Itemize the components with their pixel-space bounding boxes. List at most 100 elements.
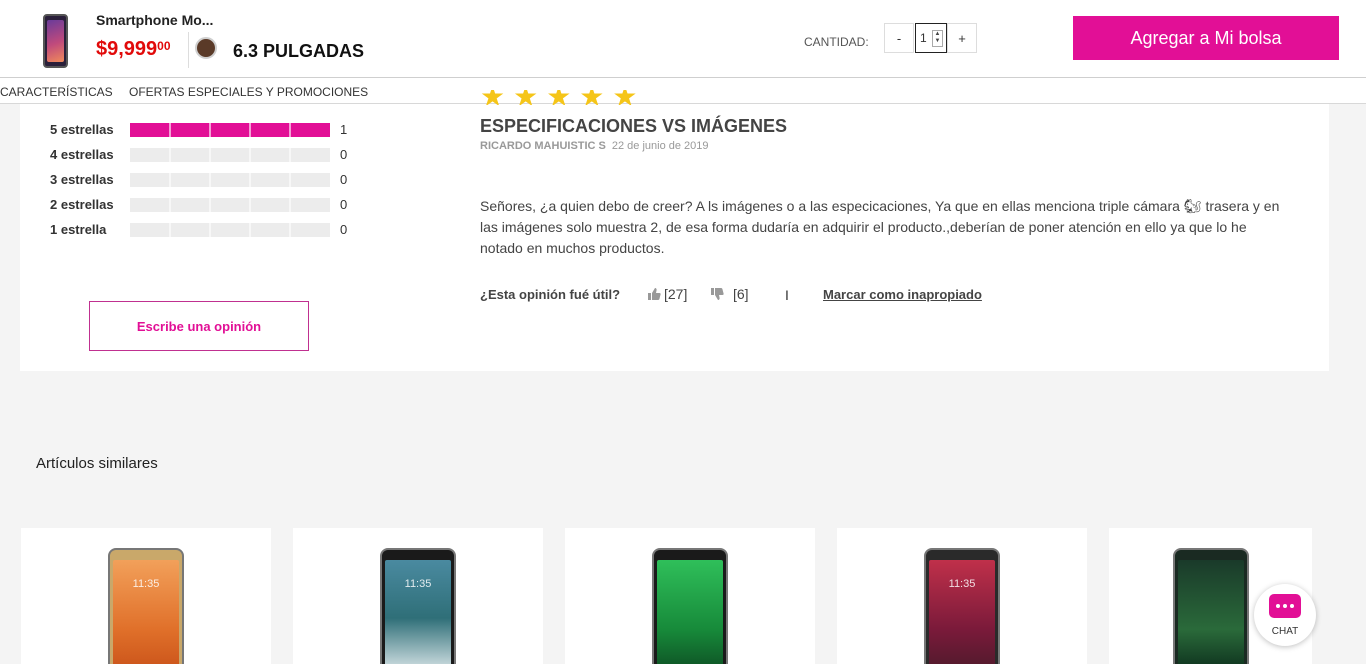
rating-count: 1: [340, 122, 348, 137]
rating-bar-segment: [169, 173, 171, 187]
phone-screen: [385, 560, 451, 664]
phone-screen: [657, 560, 723, 664]
color-swatch[interactable]: [195, 37, 217, 59]
rating-row-2[interactable]: 2 estrellas 0: [50, 197, 370, 213]
review-meta: RICARDO MAHUISTIC S 22 de junio de 2019: [480, 140, 709, 152]
spin-up-icon[interactable]: ▲: [933, 31, 942, 38]
phone-green-icon: [1172, 548, 1249, 664]
rating-label: 4 estrellas: [50, 147, 114, 162]
rating-bar-segment: [289, 123, 291, 137]
rating-count: 0: [340, 197, 348, 212]
spin-down-icon[interactable]: ▼: [933, 38, 942, 45]
rating-label: 3 estrellas: [50, 172, 114, 187]
rating-bar-segment: [209, 173, 211, 187]
review-date: 22 de junio de 2019: [611, 140, 709, 152]
rating-bar-segment: [289, 198, 291, 212]
review-author: RICARDO MAHUISTIC S: [480, 140, 606, 152]
quantity-spinner[interactable]: ▲ ▼: [932, 30, 943, 47]
tab-special-offers[interactable]: OFERTAS ESPECIALES Y PROMOCIONES: [129, 85, 368, 99]
like-count: [27]: [664, 286, 688, 302]
rating-row-4[interactable]: 4 estrellas 0: [50, 147, 370, 163]
rating-bar: [130, 148, 330, 162]
rating-count: 0: [340, 172, 348, 187]
price-cents: 00: [157, 39, 171, 53]
phone-screen: [929, 560, 995, 664]
review-title: ESPECIFICACIONES VS IMÁGENES: [480, 116, 788, 136]
screen-size: 6.3 PULGADAS: [233, 41, 365, 61]
write-review-button[interactable]: Escribe una opinión: [89, 301, 309, 351]
add-to-bag-button[interactable]: Agregar a Mi bolsa: [1073, 16, 1339, 60]
similar-product-card[interactable]: 11:35: [293, 528, 543, 664]
rating-bar-segment: [169, 198, 171, 212]
report-link[interactable]: Marcar como inapropiado: [823, 287, 982, 302]
review-body: Señores, ¿a quien debo de creer? A ls im…: [480, 198, 1280, 256]
similar-product-card[interactable]: 11:35: [837, 528, 1087, 664]
product-name[interactable]: Smartphone Mo...: [96, 12, 213, 28]
rating-bar-segment: [209, 223, 211, 237]
chat-label: CHAT: [1271, 626, 1299, 637]
star-icons: ★★★★★: [480, 90, 646, 105]
quantity-value: 1: [920, 31, 927, 45]
rating-count: 0: [340, 147, 348, 162]
rating-bar-segment: [289, 173, 291, 187]
review-stars: ★★★★★: [480, 90, 660, 105]
rating-bar: [130, 123, 330, 137]
phone-red-icon: 11:35: [924, 548, 1000, 664]
rating-row-5[interactable]: 5 estrellas 1: [50, 122, 370, 138]
rating-bar-segment: [249, 123, 251, 137]
phone-clock: 11:35: [404, 578, 432, 590]
rating-bar-segment: [209, 123, 211, 137]
phone-screen: [1177, 560, 1244, 664]
rating-bar-segment: [289, 223, 291, 237]
quantity-input[interactable]: 1 ▲ ▼: [915, 23, 947, 53]
tab-characteristics[interactable]: CARACTERÍSTICAS: [0, 85, 113, 99]
rating-row-3[interactable]: 3 estrellas 0: [50, 172, 370, 188]
rating-bar-segment: [249, 148, 251, 162]
rating-bar-segment: [289, 148, 291, 162]
rating-label: 2 estrellas: [50, 197, 114, 212]
similar-product-card[interactable]: 11:35: [21, 528, 271, 664]
rating-bar-segment: [249, 173, 251, 187]
rating-count: 0: [340, 222, 348, 237]
rating-bar: [130, 223, 330, 237]
useful-question: ¿Esta opinión fué útil?: [480, 287, 621, 302]
rating-bar: [130, 198, 330, 212]
like-button[interactable]: [27]: [647, 286, 687, 302]
phone-dark-icon: [652, 548, 728, 664]
chat-button[interactable]: CHAT: [1254, 584, 1316, 646]
phone-gold-icon: 11:35: [108, 548, 184, 664]
product-price: $9,99900: [96, 38, 171, 61]
product-thumbnail[interactable]: [43, 14, 68, 68]
rating-bar-segment: [249, 198, 251, 212]
dislike-button[interactable]: [6]: [710, 286, 749, 302]
rating-bar-segment: [249, 223, 251, 237]
rating-bar: [130, 173, 330, 187]
quantity-decrease-button[interactable]: -: [884, 23, 914, 53]
chat-bubble-icon: [1269, 594, 1301, 618]
product-tabs: CARACTERÍSTICAS OFERTAS ESPECIALES Y PRO…: [0, 78, 1366, 104]
price-main: $9,999: [96, 38, 158, 60]
similar-product-card[interactable]: [565, 528, 815, 664]
quantity-increase-button[interactable]: +: [947, 23, 977, 53]
quantity-label: CANTIDAD:: [804, 35, 869, 49]
thumbs-down-icon: [711, 288, 724, 300]
phone-black-icon: 11:35: [380, 548, 456, 664]
phone-screen: [113, 560, 179, 664]
rating-bar-fill: [130, 123, 330, 137]
rating-bar-segment: [169, 223, 171, 237]
similar-items-title: Artículos similares: [36, 455, 158, 472]
phone-clock: 11:35: [948, 578, 976, 590]
thumbs-up-icon: [648, 288, 661, 300]
separator: I: [785, 287, 789, 303]
rating-label: 1 estrella: [50, 222, 107, 237]
divider: [188, 32, 189, 68]
phone-clock: 11:35: [132, 578, 160, 590]
rating-bar-segment: [169, 123, 171, 137]
dislike-count: [6]: [733, 286, 749, 302]
rating-label: 5 estrellas: [50, 122, 114, 137]
rating-bar-segment: [209, 198, 211, 212]
rating-row-1[interactable]: 1 estrella 0: [50, 222, 370, 238]
sticky-product-bar: Smartphone Mo... $9,99900 6.3 PULGADAS C…: [0, 0, 1366, 78]
rating-bar-segment: [169, 148, 171, 162]
rating-bar-segment: [209, 148, 211, 162]
